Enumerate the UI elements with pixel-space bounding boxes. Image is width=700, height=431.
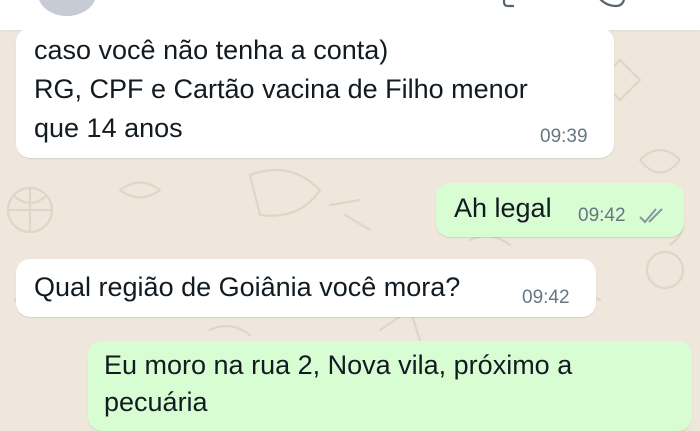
- message-bubble-incoming[interactable]: caso você não tenha a conta) RG, CPF e C…: [16, 28, 614, 158]
- message-text-line: que 14 anos: [34, 113, 183, 143]
- message-bubble-outgoing[interactable]: Ah legal 09:42: [436, 183, 684, 237]
- contact-avatar[interactable]: [38, 0, 96, 16]
- message-text-line: Ah legal: [454, 193, 552, 223]
- message-time: 09:42: [578, 205, 626, 226]
- video-call-icon[interactable]: [500, 0, 530, 14]
- message-bubble-incoming[interactable]: Qual região de Goiânia você mora? 09:42: [16, 259, 596, 317]
- message-text-line: RG, CPF e Cartão vacina de Filho menor: [34, 74, 528, 104]
- chat-header: [0, 0, 700, 30]
- message-text-line: caso você não tenha a conta): [34, 35, 389, 65]
- message-time: 09:42: [522, 287, 570, 308]
- phone-icon[interactable]: [590, 0, 630, 14]
- message-text-line: Eu moro na rua 2, Nova vila, próximo a: [104, 350, 573, 380]
- double-check-icon: [639, 208, 663, 224]
- message-text-line: pecuária: [104, 387, 208, 417]
- message-text-line: Qual região de Goiânia você mora?: [34, 272, 461, 302]
- message-bubble-outgoing[interactable]: Eu moro na rua 2, Nova vila, próximo a p…: [88, 341, 692, 431]
- message-time: 09:39: [540, 126, 588, 147]
